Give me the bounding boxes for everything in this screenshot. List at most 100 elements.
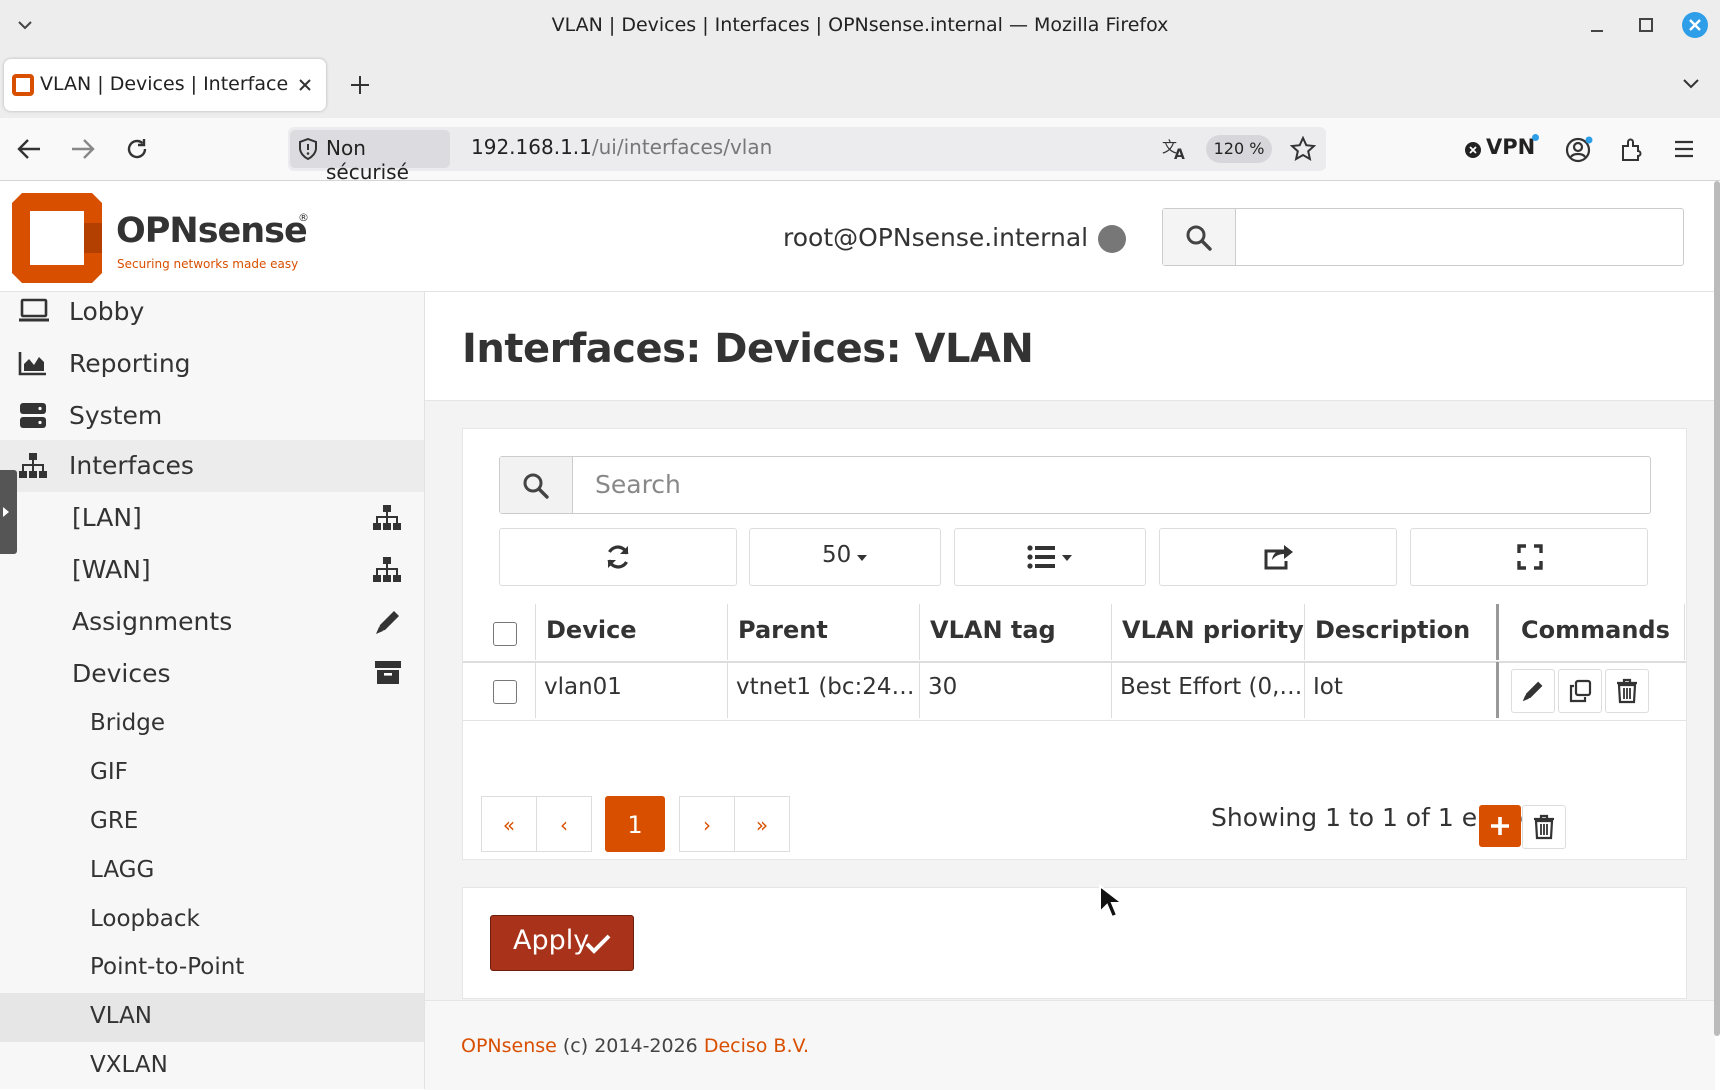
sidebar-item-system[interactable]: System xyxy=(0,390,424,442)
security-badge[interactable]: Non sécurisé xyxy=(290,130,450,184)
refresh-button[interactable] xyxy=(499,528,737,586)
new-tab-icon[interactable] xyxy=(349,74,371,96)
sidebar-item-assignments[interactable]: Assignments xyxy=(0,596,424,648)
sidebar-item-lobby[interactable]: Lobby xyxy=(0,292,424,338)
sitemap-icon xyxy=(373,505,401,530)
column-header-device[interactable]: Device xyxy=(536,604,728,660)
select-all-checkbox[interactable] xyxy=(493,622,517,646)
url-text[interactable]: 192.168.1.1/ui/interfaces/vlan xyxy=(471,135,772,159)
list-icon xyxy=(1027,545,1055,569)
add-vlan-button[interactable] xyxy=(1479,805,1521,847)
footer-opnsense-link[interactable]: OPNsense xyxy=(461,1035,557,1057)
fullscreen-button[interactable] xyxy=(1410,528,1648,586)
apply-label: Apply xyxy=(513,925,590,956)
column-header-parent[interactable]: Parent xyxy=(728,604,920,660)
system-status-indicator[interactable] xyxy=(1098,225,1126,253)
apply-panel: Apply xyxy=(462,887,1687,999)
export-button[interactable] xyxy=(1159,528,1397,586)
pencil-icon xyxy=(376,611,399,634)
maximize-icon[interactable] xyxy=(1638,17,1654,33)
hamburger-menu-icon[interactable] xyxy=(1673,139,1695,159)
page-footer: OPNsense (c) 2014-2026 Deciso B.V. xyxy=(425,1000,1715,1090)
sidebar-item-label: Point-to-Point xyxy=(90,954,245,980)
column-header-vlan-priority[interactable]: VLAN priority xyxy=(1112,604,1305,660)
sidebar-item-label: Loopback xyxy=(90,906,200,932)
sidebar-item-lagg[interactable]: LAGG xyxy=(0,847,424,896)
sidebar-item-vxlan[interactable]: VXLAN xyxy=(0,1042,424,1089)
opnsense-logo[interactable]: OPNsense ® Securing networks made easy xyxy=(12,193,312,285)
sidebar-item-label: LAGG xyxy=(90,857,155,883)
refresh-icon xyxy=(607,545,629,569)
cell-vlan-tag: 30 xyxy=(920,662,1112,718)
pager-prev-button[interactable]: ‹ xyxy=(536,796,592,852)
page-title-bar: Interfaces: Devices: VLAN xyxy=(425,292,1715,401)
grid-search[interactable] xyxy=(499,456,1665,514)
list-all-tabs-icon[interactable] xyxy=(1681,74,1701,94)
zoom-level-badge[interactable]: 120 % xyxy=(1206,135,1272,163)
account-icon[interactable] xyxy=(1564,135,1594,165)
select-all-cell xyxy=(463,604,536,660)
page-size-dropdown[interactable]: 50 xyxy=(749,528,941,586)
pager-page-1-button[interactable]: 1 xyxy=(605,796,665,852)
table-header-row: Device Parent VLAN tag VLAN priority Des… xyxy=(463,604,1686,663)
page-title: Interfaces: Devices: VLAN xyxy=(462,326,1034,372)
delete-row-button[interactable] xyxy=(1605,669,1649,713)
sidebar-item-label: Interfaces xyxy=(69,451,194,480)
sidebar-item-vlan[interactable]: VLAN xyxy=(0,993,424,1042)
column-header-description[interactable]: Description xyxy=(1305,604,1499,660)
security-label: Non sécurisé xyxy=(326,136,409,184)
logo-name: OPNsense xyxy=(116,211,308,251)
pager-next-button[interactable]: › xyxy=(679,796,735,852)
vpn-button[interactable]: VPN xyxy=(1462,134,1542,164)
header-search[interactable] xyxy=(1162,208,1684,266)
server-icon xyxy=(20,403,46,428)
pager-first-button[interactable]: « xyxy=(481,796,537,852)
url-bar[interactable]: Non sécurisé 192.168.1.1/ui/interfaces/v… xyxy=(288,127,1326,184)
translate-icon[interactable]: 文A xyxy=(1162,137,1188,161)
shield-warning-icon xyxy=(298,138,318,160)
sidebar-item-point-to-point[interactable]: Point-to-Point xyxy=(0,944,424,993)
close-tab-icon[interactable] xyxy=(296,76,314,94)
forward-icon[interactable] xyxy=(70,137,96,161)
clone-row-button[interactable] xyxy=(1558,669,1602,713)
table-row[interactable]: vlan01 vtnet1 (bc:24… 30 Best Effort (0,… xyxy=(463,662,1686,721)
close-window-icon[interactable] xyxy=(1681,11,1709,39)
bulk-delete-button[interactable] xyxy=(1522,805,1566,849)
pencil-icon xyxy=(1522,681,1543,702)
back-icon[interactable] xyxy=(16,137,42,161)
opnsense-header: OPNsense ® Securing networks made easy r… xyxy=(0,181,1720,292)
row-checkbox[interactable] xyxy=(493,680,517,704)
cell-commands xyxy=(1499,662,1685,718)
sidebar-item-reporting[interactable]: Reporting xyxy=(0,338,424,390)
column-header-vlan-tag[interactable]: VLAN tag xyxy=(920,604,1112,660)
page-scrollbar[interactable] xyxy=(1714,181,1720,1036)
sidebar-item-lan[interactable]: [LAN] xyxy=(0,492,424,544)
sidebar-item-gre[interactable]: GRE xyxy=(0,798,424,847)
sidebar-item-bridge[interactable]: Bridge xyxy=(0,700,424,749)
extensions-icon[interactable] xyxy=(1619,136,1645,162)
area-chart-icon xyxy=(18,352,46,376)
minimize-icon[interactable] xyxy=(1589,18,1605,34)
trash-icon xyxy=(1617,678,1637,704)
bookmark-star-icon[interactable] xyxy=(1290,136,1316,162)
sidebar-item-devices[interactable]: Devices xyxy=(0,648,424,700)
sidebar-item-loopback[interactable]: Loopback xyxy=(0,896,424,945)
reload-icon[interactable] xyxy=(124,136,150,162)
tab-vlan[interactable]: VLAN | Devices | Interfaces | OPNsense.i… xyxy=(4,59,326,111)
edit-row-button[interactable] xyxy=(1511,669,1555,713)
sidebar-collapse-handle[interactable] xyxy=(0,470,17,554)
sidebar-item-label: VXLAN xyxy=(90,1052,168,1078)
sidebar-item-gif[interactable]: GIF xyxy=(0,749,424,798)
pager-last-button[interactable]: » xyxy=(734,796,790,852)
opnsense-favicon-icon xyxy=(12,74,34,96)
user-label[interactable]: root@OPNsense.internal xyxy=(783,223,1088,252)
column-selector-dropdown[interactable] xyxy=(954,528,1146,586)
sidebar-item-interfaces[interactable]: Interfaces xyxy=(0,440,424,492)
apply-button[interactable]: Apply xyxy=(490,915,634,971)
vpn-off-icon xyxy=(1465,142,1481,158)
cell-parent: vtnet1 (bc:24… xyxy=(728,662,920,718)
footer-deciso-link[interactable]: Deciso B.V. xyxy=(704,1035,809,1057)
grid-search-input[interactable] xyxy=(573,457,1665,511)
row-select-cell xyxy=(463,662,536,718)
sidebar-item-wan[interactable]: [WAN] xyxy=(0,544,424,596)
